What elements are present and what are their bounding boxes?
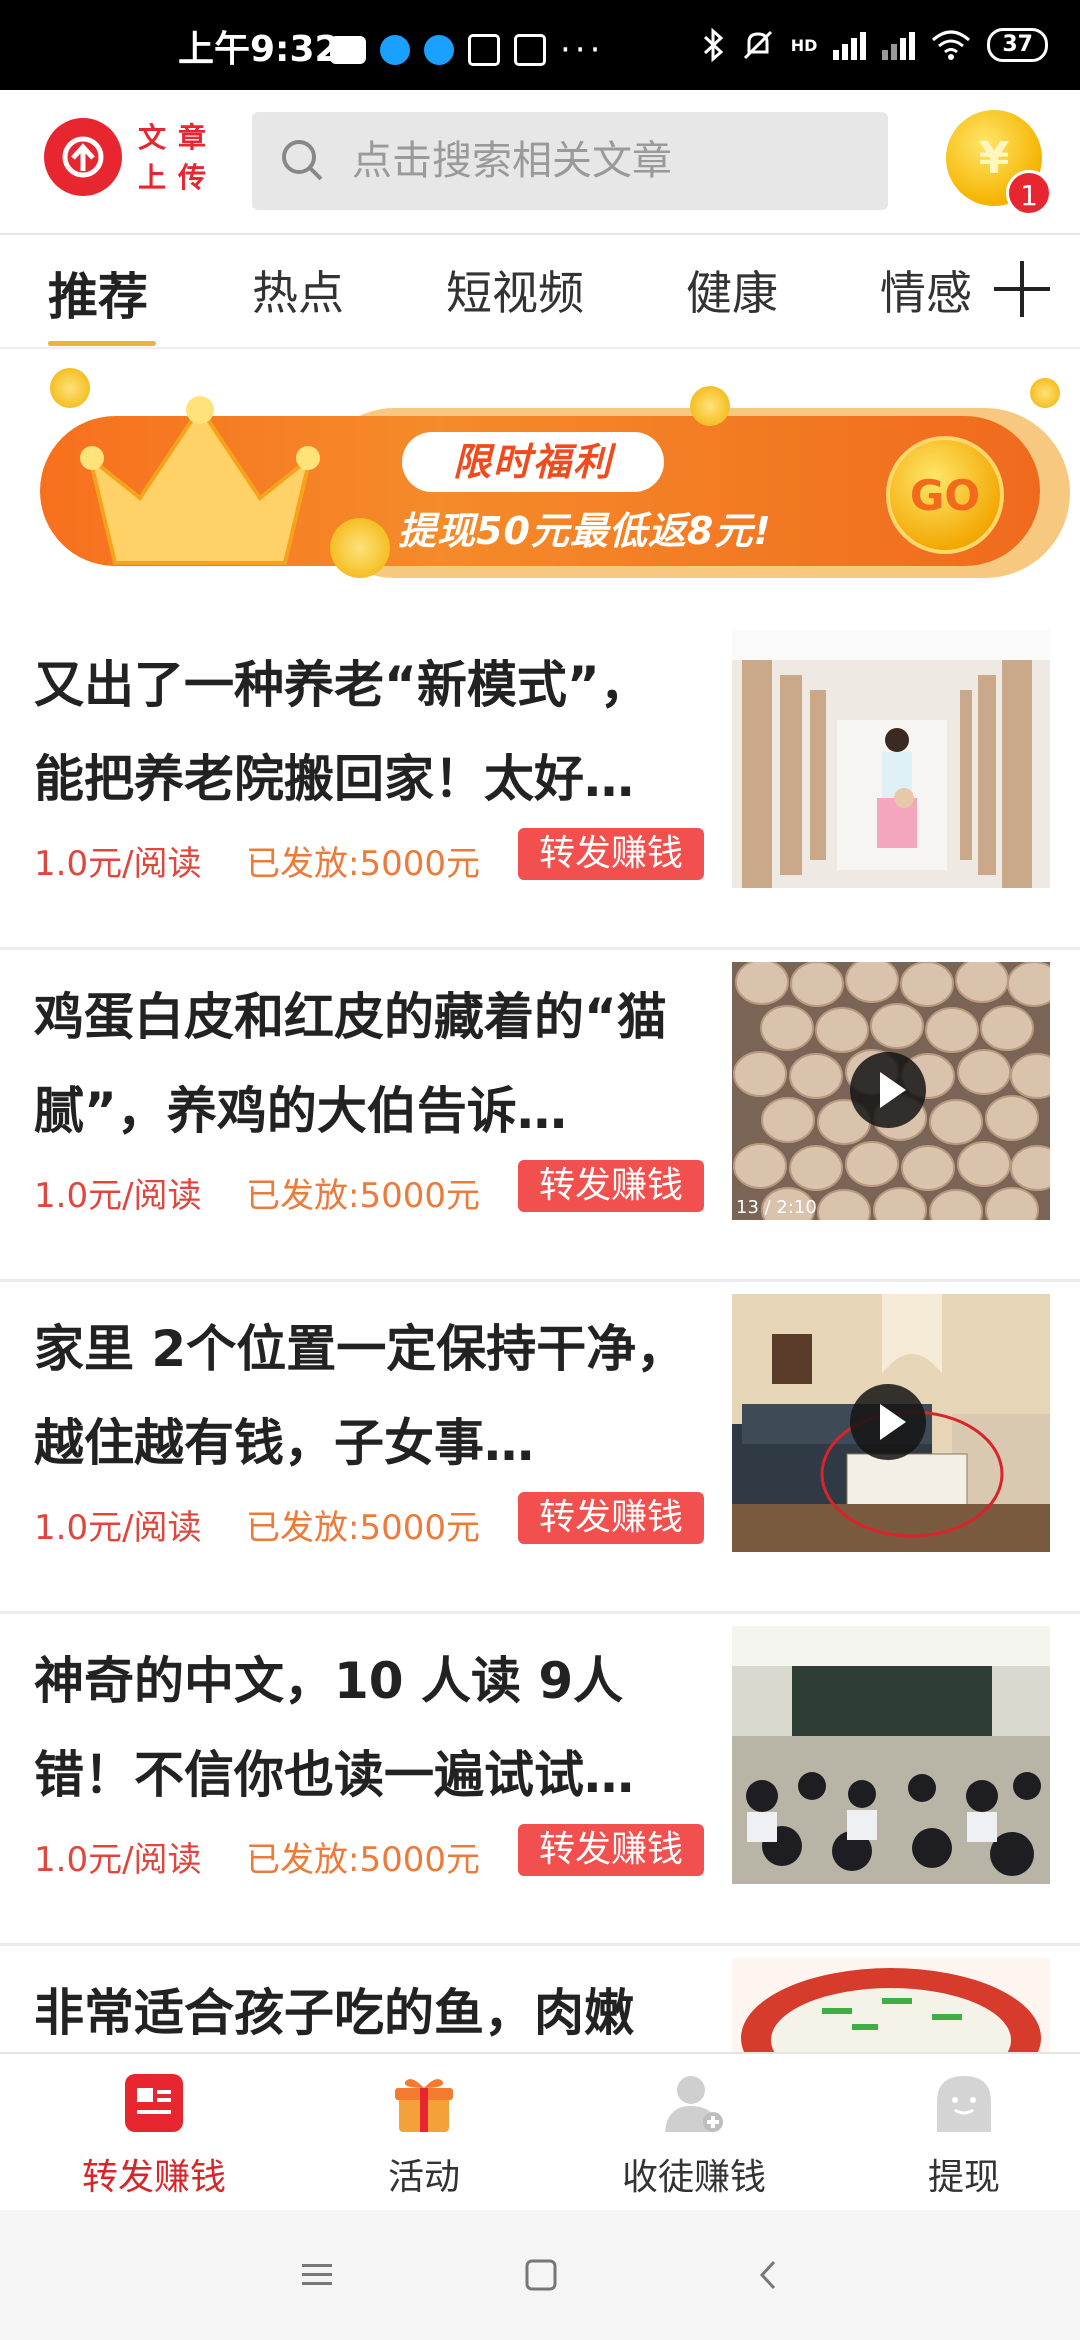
add-tab-icon[interactable] xyxy=(994,261,1050,317)
signal-icon xyxy=(882,30,916,60)
promo-banner[interactable]: 限时福利 提现50元最低返8元! GO xyxy=(10,368,1070,598)
wifi-icon xyxy=(932,30,971,60)
bluetooth-icon xyxy=(703,28,723,62)
mute-icon xyxy=(743,30,772,60)
search-bar[interactable] xyxy=(252,112,888,210)
tab-active-indicator xyxy=(48,341,156,346)
share-earn-button[interactable]: 转发赚钱 xyxy=(518,1492,704,1544)
app-notification-icon xyxy=(424,35,454,65)
coin-symbol: ¥ xyxy=(978,132,1010,184)
logo-text[interactable]: 文章上传 xyxy=(138,118,218,198)
add-user-icon xyxy=(663,2072,725,2134)
message-icon xyxy=(330,36,366,64)
system-navigation-bar xyxy=(0,2210,1080,2340)
play-icon[interactable] xyxy=(850,1384,926,1460)
sim-icon xyxy=(514,34,546,66)
tab-health[interactable]: 健康 xyxy=(686,257,778,323)
battery-indicator: 37 xyxy=(987,28,1048,62)
nav-share-earn[interactable]: 转发赚钱 xyxy=(54,2072,254,2200)
status-right: HD 37 xyxy=(703,28,1048,62)
gift-icon xyxy=(393,2072,455,2134)
article-thumbnail[interactable] xyxy=(732,630,1050,888)
coin-decoration-icon xyxy=(1030,378,1060,408)
share-earn-button[interactable]: 转发赚钱 xyxy=(518,828,704,880)
tab-emotion[interactable]: 情感 xyxy=(880,257,972,323)
hd-label: HD xyxy=(790,35,818,55)
sim-icon xyxy=(468,34,500,66)
search-icon xyxy=(282,140,323,181)
article-title[interactable]: 家里 2个位置一定保持干净，越住越有钱，子女事… xyxy=(34,1302,694,1490)
article-issued: 已发放:5000元 xyxy=(246,1508,480,1548)
article-meta: 1.0元/阅读 已发放:5000元 转发赚钱 xyxy=(34,828,714,884)
nav-label: 收徒赚钱 xyxy=(621,2157,766,2198)
article-title[interactable]: 非常适合孩子吃的鱼，肉嫩 xyxy=(34,1966,694,2060)
article-meta: 1.0元/阅读 已发放:5000元 转发赚钱 xyxy=(34,1160,714,1216)
article-meta: 1.0元/阅读 已发放:5000元 转发赚钱 xyxy=(34,1492,714,1548)
article-meta: 1.0元/阅读 已发放:5000元 转发赚钱 xyxy=(34,1824,714,1880)
banner-tag: 限时福利 xyxy=(402,432,664,492)
status-time: 上午9:32 xyxy=(178,29,340,70)
list-item[interactable]: 家里 2个位置一定保持干净，越住越有钱，子女事… 1.0元/阅读 已发放:500… xyxy=(0,1282,1080,1614)
article-issued: 已发放:5000元 xyxy=(246,1840,480,1880)
nav-withdraw[interactable]: 提现 xyxy=(864,2072,1064,2200)
coin-badge: 1 xyxy=(1006,170,1052,216)
list-item[interactable]: 又出了一种养老“新模式”，能把养老院搬回家！太好… 1.0元/阅读 已发放:50… xyxy=(0,618,1080,950)
article-thumbnail[interactable]: 13 / 2:10 xyxy=(732,962,1050,1220)
upload-logo-icon[interactable] xyxy=(44,118,122,196)
article-issued: 已发放:5000元 xyxy=(246,1176,480,1216)
article-price: 1.0元/阅读 xyxy=(34,1508,202,1548)
app-header: 文章上传 ¥ 1 xyxy=(0,90,1080,235)
crown-icon xyxy=(80,396,320,565)
search-input[interactable] xyxy=(352,132,852,190)
article-title[interactable]: 鸡蛋白皮和红皮的藏着的“猫腻”，养鸡的大伯告诉… xyxy=(34,970,694,1158)
list-item[interactable]: 非常适合孩子吃的鱼，肉嫩 xyxy=(0,1946,1080,2068)
coin-decoration-icon xyxy=(330,518,390,578)
menu-icon[interactable] xyxy=(300,2258,334,2292)
list-item[interactable]: 神奇的中文，10 人读 9人错！不信你也读一遍试试… 1.0元/阅读 已发放:5… xyxy=(0,1614,1080,1946)
article-price: 1.0元/阅读 xyxy=(34,1176,202,1216)
coin-decoration-icon xyxy=(690,386,730,426)
nav-activity[interactable]: 活动 xyxy=(324,2072,524,2200)
tab-short-video[interactable]: 短视频 xyxy=(446,257,584,323)
coin-decoration-icon xyxy=(50,368,90,408)
article-thumbnail[interactable] xyxy=(732,1294,1050,1552)
home-icon[interactable] xyxy=(524,2258,558,2292)
news-icon xyxy=(123,2072,185,2134)
status-bar: 上午9:32 ··· HD 37 xyxy=(0,0,1080,176)
more-notifications-icon: ··· xyxy=(560,30,605,70)
bottom-navigation: 转发赚钱 活动 收徒赚钱 提现 xyxy=(0,2052,1080,2210)
article-price: 1.0元/阅读 xyxy=(34,844,202,884)
app-notification-icon xyxy=(380,35,410,65)
category-tabs: 推荐 热点 短视频 健康 情感 xyxy=(0,237,1080,349)
back-icon[interactable] xyxy=(752,2258,786,2292)
tab-hot[interactable]: 热点 xyxy=(252,257,344,323)
withdraw-icon xyxy=(933,2072,995,2134)
video-duration: 13 / 2:10 xyxy=(736,1197,817,1218)
tab-recommend[interactable]: 推荐 xyxy=(48,257,148,329)
play-icon[interactable] xyxy=(850,1052,926,1128)
article-thumbnail[interactable] xyxy=(732,1626,1050,1884)
banner-go-button[interactable]: GO xyxy=(886,436,1004,554)
nav-label: 转发赚钱 xyxy=(81,2157,226,2198)
list-item[interactable]: 鸡蛋白皮和红皮的藏着的“猫腻”，养鸡的大伯告诉… 1.0元/阅读 已发放:500… xyxy=(0,950,1080,1282)
article-price: 1.0元/阅读 xyxy=(34,1840,202,1880)
share-earn-button[interactable]: 转发赚钱 xyxy=(518,1824,704,1876)
article-title[interactable]: 神奇的中文，10 人读 9人错！不信你也读一遍试试… xyxy=(34,1634,694,1822)
article-title[interactable]: 又出了一种养老“新模式”，能把养老院搬回家！太好… xyxy=(34,638,694,826)
nav-recruit-earn[interactable]: 收徒赚钱 xyxy=(594,2072,794,2200)
nav-label: 活动 xyxy=(387,2157,460,2198)
notification-icons: ··· xyxy=(330,30,605,176)
signal-icon xyxy=(833,30,867,60)
share-earn-button[interactable]: 转发赚钱 xyxy=(518,1160,704,1212)
banner-text: 提现50元最低返8元! xyxy=(398,509,772,553)
article-issued: 已发放:5000元 xyxy=(246,844,480,884)
nav-label: 提现 xyxy=(927,2157,1000,2198)
